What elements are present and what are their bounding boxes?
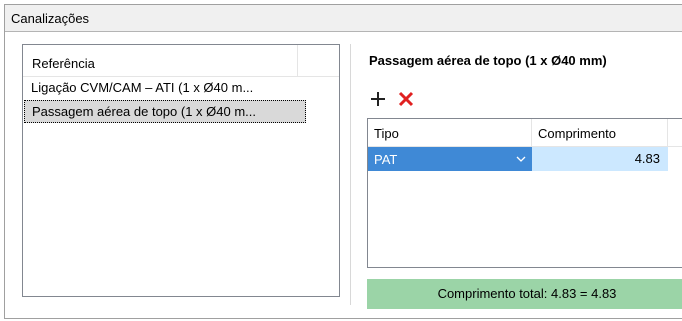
plus-icon [371,92,385,106]
group-title: Canalizações [5,5,682,32]
column-header-filler [298,45,339,76]
table-row[interactable]: PAT 4.83 [368,147,682,171]
column-header-tipo[interactable]: Tipo [368,119,532,146]
detail-toolbar [367,88,417,110]
total-length-status: Comprimento total: 4.83 = 4.83 [367,279,682,309]
comprimento-cell[interactable]: 4.83 [532,147,668,171]
close-icon [398,91,414,107]
delete-button[interactable] [395,88,417,110]
list-item[interactable]: Ligação CVM/CAM – ATI (1 x Ø40 m... [23,77,306,100]
column-header-referencia[interactable]: Referência [23,45,298,76]
panel-splitter[interactable] [350,44,351,305]
list-item-selected[interactable]: Passagem aérea de topo (1 x Ø40 m... [24,100,306,123]
references-list[interactable]: Referência Ligação CVM/CAM – ATI (1 x Ø4… [22,44,340,297]
tipo-value: PAT [374,151,398,167]
chevron-down-icon[interactable] [516,156,526,162]
add-button[interactable] [367,88,389,110]
references-list-header: Referência [23,45,339,77]
tipo-dropdown[interactable]: PAT [368,147,532,171]
column-header-comprimento[interactable]: Comprimento [532,119,668,146]
grid-header: Tipo Comprimento [368,119,682,147]
detail-title: Passagem aérea de topo (1 x Ø40 mm) [369,53,607,68]
canalizacao-grid[interactable]: Tipo Comprimento PAT 4.83 [367,118,682,268]
